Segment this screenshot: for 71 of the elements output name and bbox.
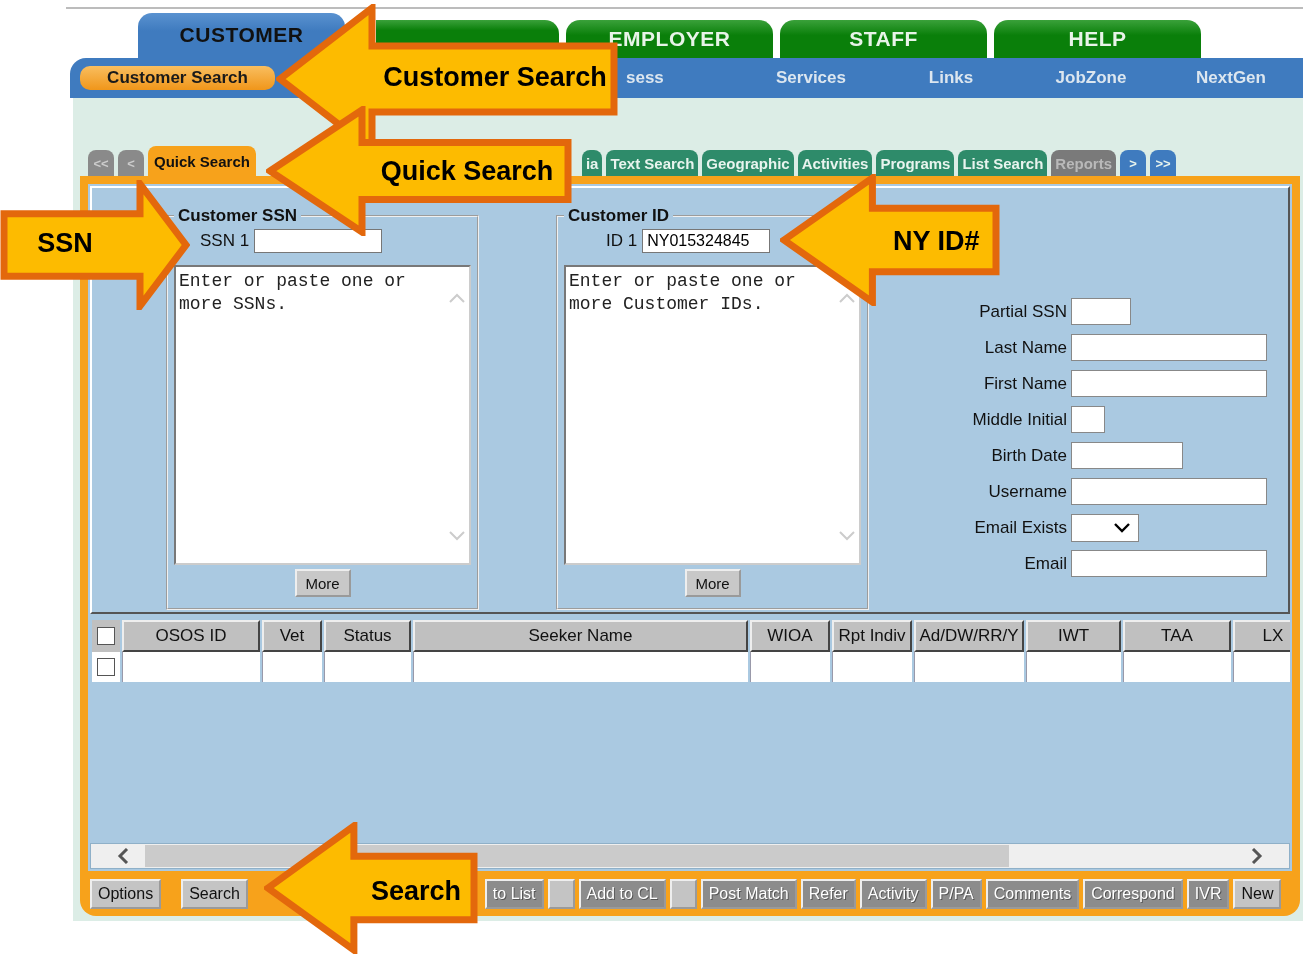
field-label: Birth Date	[990, 445, 1067, 466]
top-tab[interactable]: CUSTOMER	[138, 13, 345, 58]
input-field[interactable]	[1071, 298, 1131, 325]
sub-tab[interactable]: Text Search	[606, 150, 699, 176]
horizontal-scrollbar[interactable]	[90, 843, 1290, 869]
column-header[interactable]: Status	[324, 620, 411, 652]
input-field[interactable]	[1071, 550, 1267, 577]
chevron-left-icon[interactable]	[117, 848, 129, 864]
sub-tab[interactable]: List Search	[958, 150, 1048, 176]
column-header[interactable]: Seeker Name	[413, 620, 748, 652]
callout-label: Customer Search	[382, 62, 608, 93]
column-header[interactable]: TAA	[1123, 620, 1231, 652]
action-button[interactable]: Options	[90, 878, 162, 909]
input-field[interactable]	[1071, 442, 1183, 469]
column-header[interactable]: Rpt Indiv	[832, 620, 912, 652]
field-label: Middle Initial	[971, 409, 1067, 430]
column-header[interactable]: Ad/DW/RR/Y	[914, 620, 1024, 652]
nav-item[interactable]: Customer Search	[80, 66, 275, 90]
field-label: Username	[987, 481, 1067, 502]
sub-tab[interactable]: Programs	[876, 150, 955, 176]
callout-label: SSN	[36, 228, 94, 259]
callout-label: Search	[369, 876, 462, 907]
more-button[interactable]: More	[294, 569, 351, 597]
sub-tab[interactable]: ia	[581, 150, 603, 176]
checkbox[interactable]	[97, 627, 115, 646]
field-label: SSN 1	[200, 231, 250, 251]
chevron-down-icon	[1114, 522, 1130, 533]
table-cell	[1233, 652, 1290, 682]
sub-tab[interactable]: >	[1120, 150, 1146, 176]
input-field[interactable]	[1071, 478, 1267, 505]
sub-tab[interactable]: Geographic	[702, 150, 794, 176]
nav-item[interactable]: Services	[741, 68, 881, 88]
nav-item[interactable]: Links	[881, 68, 1021, 88]
column-header[interactable]: LX	[1233, 620, 1290, 652]
input-field[interactable]	[1071, 370, 1267, 397]
panel-legend: Customer SSN	[174, 206, 302, 226]
sub-tab[interactable]: Activities	[797, 150, 873, 176]
nav-item[interactable]: NextGen	[1161, 68, 1301, 88]
blank-button[interactable]	[547, 878, 575, 909]
field-label: First Name	[982, 373, 1067, 394]
id-input[interactable]	[254, 229, 383, 253]
select-field[interactable]	[1071, 513, 1139, 542]
callout-label: Quick Search	[379, 156, 555, 187]
panel-legend: Customer ID	[564, 206, 674, 226]
sub-tab[interactable]: Quick Search	[148, 146, 256, 176]
action-button[interactable]: Search	[181, 878, 248, 909]
top-tab[interactable]: STAFF	[780, 20, 987, 58]
nav-item[interactable]: sess	[626, 68, 741, 88]
input-field[interactable]	[1071, 334, 1267, 361]
column-header[interactable]: WIOA	[750, 620, 830, 652]
id-input[interactable]: NY015324845	[642, 229, 771, 253]
callout-label: NY ID#	[891, 226, 981, 257]
field-label: Email Exists	[973, 517, 1067, 538]
column-header[interactable]: IWT	[1026, 620, 1121, 652]
column-header[interactable]: Vet	[262, 620, 322, 652]
more-button[interactable]: More	[684, 569, 741, 597]
field-label: Last Name	[983, 337, 1067, 358]
field-label: Partial SSN	[978, 301, 1067, 322]
field-label: Email	[1023, 553, 1067, 574]
input-field[interactable]	[1071, 406, 1105, 433]
chevron-right-icon[interactable]	[1251, 848, 1263, 864]
top-tab[interactable]: EMPLOYER	[566, 20, 773, 58]
field-label: ID 1	[606, 231, 638, 251]
column-header[interactable]: OSOS ID	[122, 620, 260, 652]
checkbox[interactable]	[97, 658, 115, 677]
table-cell	[262, 652, 322, 682]
blank-button[interactable]	[669, 878, 697, 909]
action-button[interactable]: New	[1233, 878, 1282, 909]
sub-tab[interactable]: >>	[1150, 150, 1176, 176]
top-tab[interactable]: HELP	[994, 20, 1201, 58]
nav-item[interactable]: JobZone	[1021, 68, 1161, 88]
